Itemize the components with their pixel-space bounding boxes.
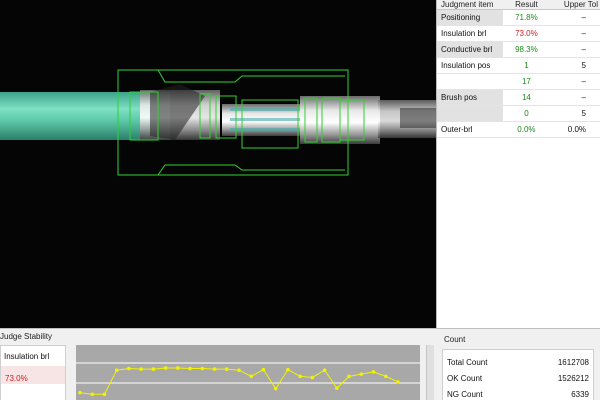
judgment-item-name: Conductive brl: [437, 42, 503, 57]
trend-point: [176, 366, 180, 370]
count-value: 1526212: [557, 374, 589, 383]
stability-item-value: 73.0%: [5, 374, 28, 383]
judgment-row[interactable]: 05: [437, 106, 600, 122]
inspection-window: Judgment item Result Upper Tol Positioni…: [0, 0, 600, 400]
count-panel: Count Total Count 1612708 OK Count 1526212 N…: [436, 328, 600, 400]
stability-item-label: Insulation brl: [4, 352, 50, 361]
count-label: OK Count: [447, 374, 483, 383]
trend-point: [335, 386, 339, 390]
trend-point: [396, 380, 400, 384]
trend-point: [163, 366, 168, 370]
trend-point: [322, 368, 327, 372]
judgment-result: 98.3%: [515, 45, 538, 54]
judgment-upper-tol: –: [581, 93, 586, 102]
judgment-row[interactable]: Insulation pos 1 5: [437, 58, 600, 74]
stability-trend-svg: [76, 362, 420, 397]
count-row: Total Count 1612708: [447, 358, 589, 367]
judgment-row[interactable]: Conductive brl 98.3% –: [437, 42, 600, 58]
count-row: OK Count 1526212: [447, 374, 589, 383]
trend-point: [114, 368, 119, 372]
terminal-image: [0, 69, 436, 176]
judgment-upper-tol: 5: [581, 109, 586, 118]
stability-item-selector[interactable]: Insulation brl 73.0%: [0, 345, 66, 400]
judgment-row[interactable]: Insulation brl 73.0% –: [437, 26, 600, 42]
header-result: Result: [515, 0, 538, 9]
judgment-upper-tol: 5: [581, 61, 586, 70]
judgment-upper-tol: 0.0%: [567, 125, 586, 134]
stability-panel: Judge Stability Insulation brl 73.0%: [0, 328, 436, 400]
trend-point: [383, 374, 388, 379]
judgment-upper-tol: –: [581, 45, 586, 54]
trend-point: [261, 367, 266, 372]
header-judgment-item: Judgment item: [441, 0, 494, 9]
trend-point: [102, 392, 107, 397]
judgment-result: 73.0%: [515, 29, 538, 38]
judgment-item-name: Insulation pos: [441, 61, 491, 70]
trend-point: [151, 367, 156, 371]
stability-trend-chart: [76, 345, 420, 400]
judgment-table-header: Judgment item Result Upper Tol: [437, 0, 600, 10]
trend-point: [359, 372, 364, 376]
trend-point: [310, 375, 315, 380]
judgment-item-name: [437, 106, 503, 121]
count-box: Total Count 1612708 OK Count 1526212 NG Coun…: [442, 349, 594, 400]
trend-point: [273, 386, 278, 391]
count-value: 6339: [571, 390, 589, 399]
judgment-item-name: Insulation brl: [441, 29, 487, 38]
judgment-table-body: Positioning 71.8% – Insulation brl 73.0% – Con…: [437, 10, 600, 138]
judgment-row[interactable]: Outer-brl 0.0% 0.0%: [437, 122, 600, 138]
judgment-result: 1: [524, 61, 529, 70]
trend-point: [127, 366, 131, 371]
stability-title: Judge Stability: [0, 332, 53, 341]
count-label: NG Count: [447, 390, 483, 399]
judgment-item-name: Brush pos: [437, 90, 503, 105]
trend-point: [212, 367, 217, 371]
judgment-result: 0: [524, 109, 529, 118]
trend-point: [298, 374, 302, 379]
stability-scrollbar[interactable]: [426, 345, 434, 400]
trend-point: [286, 367, 290, 372]
count-value: 1612708: [557, 358, 589, 367]
judgment-result: 17: [521, 77, 531, 86]
trend-point: [90, 392, 95, 397]
count-row: NG Count 6339: [447, 390, 589, 399]
count-title: Count: [444, 335, 466, 344]
judgment-upper-tol: –: [581, 29, 586, 38]
judgment-row[interactable]: 17 –: [437, 74, 600, 90]
judgment-table: Judgment item Result Upper Tol Positioni…: [436, 0, 600, 328]
trend-point: [249, 374, 254, 379]
judgment-row[interactable]: Positioning 71.8% –: [437, 10, 600, 26]
judgment-item-name: Positioning: [437, 10, 503, 25]
count-label: Total Count: [447, 358, 488, 367]
header-upper-tol: Upper Tol: [563, 0, 599, 9]
judgment-upper-tol: –: [581, 77, 586, 86]
trend-point: [347, 374, 351, 379]
judgment-result: 71.8%: [515, 13, 538, 22]
trend-point: [78, 390, 82, 395]
trend-point: [224, 367, 229, 371]
judgment-row[interactable]: Brush pos 14 –: [437, 90, 600, 106]
trend-point: [371, 370, 376, 374]
judgment-upper-tol: –: [581, 13, 586, 22]
judgment-result: 14: [521, 93, 531, 102]
trend-point: [188, 366, 192, 371]
trend-point: [237, 368, 241, 372]
judgment-item-name: Outer-brl: [441, 125, 473, 134]
judgment-result: 0.0%: [517, 125, 536, 134]
camera-view[interactable]: [0, 0, 436, 328]
trend-point: [200, 366, 205, 371]
trend-point: [139, 367, 143, 371]
